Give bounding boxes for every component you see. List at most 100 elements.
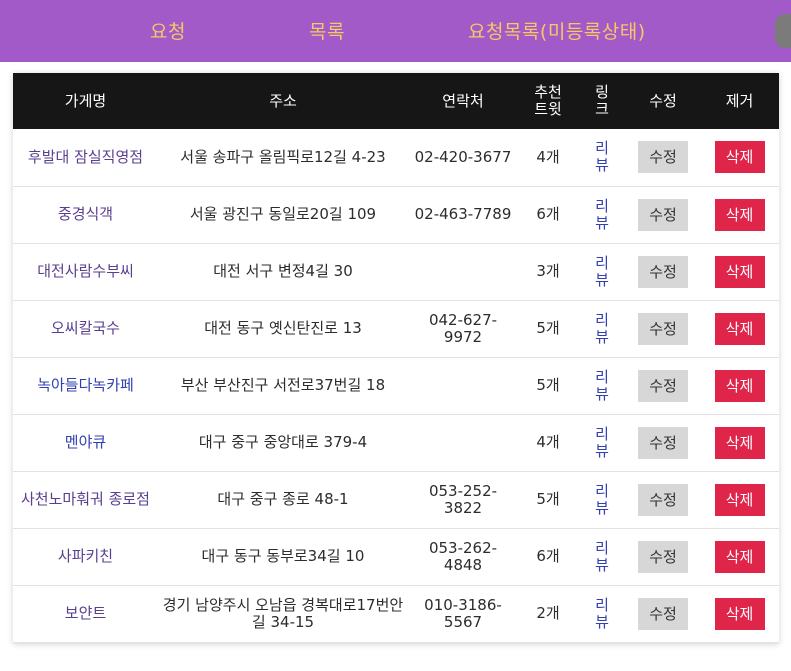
link-cell: 리뷰 [578, 186, 626, 243]
review-link[interactable]: 리뷰 [595, 254, 609, 289]
store-name[interactable]: 멘야큐 [13, 414, 158, 471]
menu-toggle-button[interactable] [775, 14, 791, 48]
delete-cell: 삭제 [700, 528, 779, 585]
store-name[interactable]: 사파키친 [13, 528, 158, 585]
header-link-label: 링크 [595, 83, 609, 118]
nav-request[interactable]: 요청 [150, 17, 186, 44]
delete-button[interactable]: 삭제 [714, 312, 765, 345]
header-recommend-tweets: 추천트윗 [518, 73, 578, 129]
header-phone: 연락처 [442, 91, 484, 110]
edit-button[interactable]: 수정 [638, 198, 688, 231]
recommend-count: 5개 [536, 376, 560, 394]
edit-button[interactable]: 수정 [638, 255, 688, 288]
edit-cell: 수정 [626, 414, 700, 471]
header-recommend-tweets-label: 추천트윗 [534, 83, 562, 118]
store-phone: 010-3186-5567 [424, 595, 502, 631]
review-link[interactable]: 리뷰 [595, 482, 609, 517]
store-name[interactable]: 오씨칼국수 [13, 300, 158, 357]
edit-cell: 수정 [626, 186, 700, 243]
review-link[interactable]: 리뷰 [595, 368, 609, 403]
table-row: 보얀트 경기 남양주시 오남읍 경복대로17번안길 34-15 010-3186-5… [13, 585, 779, 642]
delete-cell: 삭제 [700, 300, 779, 357]
recommend-count: 4개 [536, 147, 560, 166]
edit-button[interactable]: 수정 [638, 426, 688, 459]
review-link[interactable]: 리뷰 [595, 539, 609, 574]
table-row: 대전사람수부씨 대전 서구 변정4길 30 3개 리뷰 수정 삭제 [13, 243, 779, 300]
table-row: 사파키친 대구 동구 동부로34길 10 053-262-4848 6개 리뷰 수정 삭제 [13, 528, 779, 585]
store-name[interactable]: 중경식객 [13, 186, 158, 243]
table-row: 멘야큐 대구 중구 중앙대로 379-4 4개 리뷰 수정 삭제 [13, 414, 779, 471]
table-row: 녹아들다녹카페 부산 부산진구 서전로37번길 18 5개 리뷰 수정 삭제 [13, 357, 779, 414]
edit-button[interactable]: 수정 [638, 369, 688, 402]
header-link: 링크 [578, 73, 626, 129]
recommend-count: 2개 [536, 604, 560, 622]
table-body: 후발대 잠실직영점 서울 송파구 올림픽로12길 4-23 02-420-3677 4… [13, 129, 779, 642]
store-phone [408, 414, 518, 471]
recommend-count: 5개 [536, 490, 560, 508]
header-delete: 제거 [725, 91, 754, 110]
nav-list[interactable]: 목록 [309, 17, 345, 44]
table-header-row: 가게명 주소 연락처 추천트윗 링크 수정 제거 [13, 73, 779, 129]
delete-button[interactable]: 삭제 [714, 540, 765, 573]
store-address: 대전 동구 옛신탄진로 13 [204, 319, 362, 337]
edit-cell: 수정 [626, 585, 700, 642]
table-row: 중경식객 서울 광진구 동일로20길 109 02-463-7789 6개 리뷰 수정 삭제 [13, 186, 779, 243]
recommend-count: 3개 [536, 262, 560, 280]
nav-request-list-unregistered[interactable]: 요청목록(미등록상태) [468, 17, 646, 44]
review-link[interactable]: 리뷰 [595, 425, 609, 460]
store-name[interactable]: 후발대 잠실직영점 [13, 129, 158, 186]
store-address: 대전 서구 변정4길 30 [213, 262, 353, 280]
edit-button[interactable]: 수정 [638, 540, 688, 573]
delete-button[interactable]: 삭제 [714, 141, 765, 174]
store-phone: 02-463-7789 [414, 205, 512, 223]
delete-button[interactable]: 삭제 [714, 255, 765, 288]
link-cell: 리뷰 [578, 357, 626, 414]
review-link[interactable]: 리뷰 [595, 596, 609, 631]
edit-cell: 수정 [626, 129, 700, 186]
store-table-container: 가게명 주소 연락처 추천트윗 링크 수정 제거 후발대 잠실직영점 서울 송파구… [13, 73, 779, 643]
store-table: 가게명 주소 연락처 추천트윗 링크 수정 제거 후발대 잠실직영점 서울 송파구… [13, 73, 779, 643]
table-row: 후발대 잠실직영점 서울 송파구 올림픽로12길 4-23 02-420-3677 4… [13, 129, 779, 186]
store-name[interactable]: 보얀트 [13, 585, 158, 642]
table-row: 오씨칼국수 대전 동구 옛신탄진로 13 042-627-9972 5개 리뷰 수정 삭제 [13, 300, 779, 357]
review-link[interactable]: 리뷰 [595, 197, 609, 232]
store-phone: 053-262-4848 [428, 538, 498, 574]
table-row: 사천노마훠궈 종로점 대구 중구 종로 48-1 053-252-3822 5개 리뷰 수… [13, 471, 779, 528]
link-cell: 리뷰 [578, 414, 626, 471]
header-edit: 수정 [649, 91, 677, 110]
delete-cell: 삭제 [700, 585, 779, 642]
delete-cell: 삭제 [700, 243, 779, 300]
delete-button[interactable]: 삭제 [714, 426, 765, 459]
store-phone: 053-252-3822 [428, 481, 498, 517]
store-name[interactable]: 녹아들다녹카페 [13, 357, 158, 414]
review-link[interactable]: 리뷰 [595, 140, 609, 174]
link-cell: 리뷰 [578, 528, 626, 585]
delete-button[interactable]: 삭제 [714, 198, 765, 231]
store-address: 서울 송파구 올림픽로12길 4-23 [180, 147, 386, 166]
edit-cell: 수정 [626, 357, 700, 414]
edit-cell: 수정 [626, 528, 700, 585]
edit-button[interactable]: 수정 [638, 141, 688, 174]
review-link[interactable]: 리뷰 [595, 311, 609, 346]
delete-button[interactable]: 삭제 [714, 483, 765, 516]
store-name[interactable]: 대전사람수부씨 [13, 243, 158, 300]
delete-button[interactable]: 삭제 [714, 369, 765, 402]
store-phone: 02-420-3677 [414, 147, 512, 166]
delete-cell: 삭제 [700, 129, 779, 186]
delete-cell: 삭제 [700, 357, 779, 414]
top-nav-bar: 요청 목록 요청목록(미등록상태) [0, 0, 791, 62]
edit-button[interactable]: 수정 [638, 597, 688, 630]
recommend-count: 6개 [536, 205, 560, 223]
edit-cell: 수정 [626, 300, 700, 357]
delete-cell: 삭제 [700, 414, 779, 471]
store-address: 대구 중구 종로 48-1 [217, 490, 349, 508]
edit-button[interactable]: 수정 [638, 312, 688, 345]
header-address: 주소 [269, 91, 297, 110]
recommend-count: 4개 [536, 433, 560, 451]
delete-cell: 삭제 [700, 471, 779, 528]
edit-button[interactable]: 수정 [638, 483, 688, 516]
store-phone: 042-627-9972 [428, 310, 498, 346]
edit-cell: 수정 [626, 243, 700, 300]
delete-button[interactable]: 삭제 [714, 597, 765, 630]
store-name[interactable]: 사천노마훠궈 종로점 [13, 471, 158, 528]
